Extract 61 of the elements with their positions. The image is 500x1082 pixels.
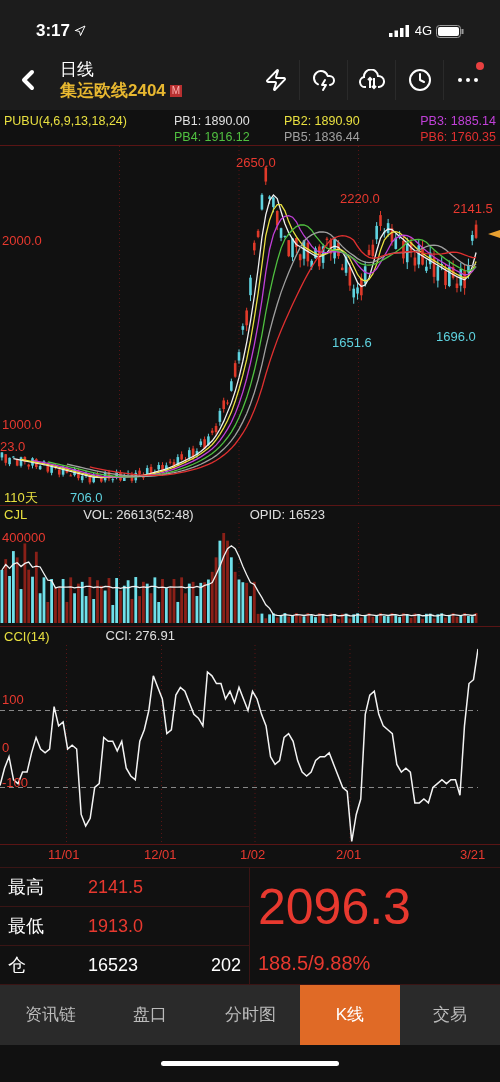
price-label: 2000.0 [2,234,42,247]
date-label: 11/01 [48,848,80,861]
location-icon [74,25,87,37]
cci-axis-label: -100 [2,775,29,789]
volume-value: VOL: 26613(52:48) [83,505,194,524]
network-label: 4G [414,22,432,41]
quote-label: 仓 [8,953,27,977]
price-label: 1651.6 [332,336,372,349]
last-price: 2096.3 [258,882,412,932]
price-label: 2650.0 [236,156,276,169]
indicator-value: PB2: 1890.90 [284,114,361,130]
signal-icon [388,25,411,37]
price-label: 2141.5 [453,202,493,215]
price-label: 23.0 [0,440,26,453]
bottom-tab[interactable]: 资讯链 [0,985,100,1045]
date-label: 3/21 [460,848,486,861]
indicator-name: PUBU(4,6,9,13,18,24) [4,113,128,130]
lightning-icon [263,68,288,92]
quote-label: 最高 [8,875,45,899]
quote-value: 2141.5 [88,875,144,899]
volume-indicator-name: CJL [4,508,28,521]
price-marker-icon [488,230,500,238]
candlestick [249,274,252,302]
page-title: 日线 [60,58,95,80]
indicator-value: PB6: 1760.35 [419,129,496,146]
quote-change-value: 202 [210,953,241,977]
price-label: 1696.0 [436,330,476,343]
cci-axis-label: 0 [2,741,10,754]
indicator-value: PB1: 1890.00 [174,114,251,130]
price-label: 2220.0 [340,192,380,205]
bottom-tab[interactable]: 交易 [400,985,500,1045]
bottom-tab[interactable]: 分时图 [200,985,300,1045]
date-label: 12/01 [144,848,177,861]
price-change: 188.5/9.88% [258,951,372,976]
more-icon [458,78,478,82]
volume-axis-label: 400000 [2,531,46,544]
status-time: 3:17 [36,20,71,43]
market-badge: M [169,84,183,97]
candlestick [264,165,268,186]
cci-axis-label: 100 [2,692,24,706]
contract-name: 集运欧线2404 [60,80,166,102]
bottom-tab[interactable]: 盘口 [100,985,200,1045]
quote-label: 最低 [8,914,45,938]
clock-icon [407,68,432,92]
indicator-value: PB4: 1916.12 [174,129,251,146]
cloud-lightning-icon [311,68,336,92]
indicator-value: PB5: 1836.44 [284,129,361,146]
battery-icon [436,24,464,38]
date-label: 2/01 [336,848,362,861]
quote-value: 16523 [88,953,139,977]
price-label: 706.0 [70,491,103,504]
quote-value: 1913.0 [88,914,144,938]
cci-indicator-name: CCI(14) [4,629,50,643]
indicator-value: PB3: 1885.14 [419,114,496,130]
candlestick [260,192,264,211]
cci-value: CCI: 276.91 [105,627,175,646]
price-label: 110天 [4,491,38,504]
cloud-arrows-icon [358,69,385,91]
date-label: 1/02 [240,848,266,861]
price-label: 1000.0 [2,418,42,431]
open-interest-value: OPID: 16523 [249,505,325,524]
